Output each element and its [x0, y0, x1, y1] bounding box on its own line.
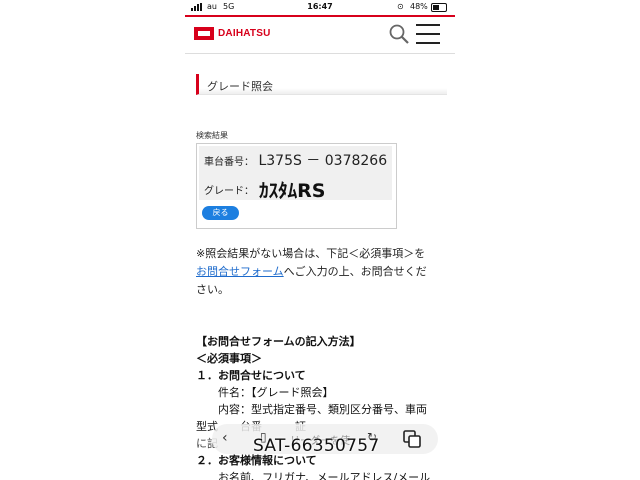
logo-text: DAIHATSU — [218, 28, 271, 39]
section-title: グレード照会 — [196, 74, 447, 95]
item1-subject: 件名：【グレード照会】 — [218, 386, 334, 399]
tabs-icon[interactable] — [403, 430, 421, 448]
grade-key: グレード： — [204, 186, 254, 197]
hamburger-menu-icon[interactable] — [416, 24, 440, 44]
site-header: DAIHATSU — [185, 17, 455, 54]
back-chevron-icon[interactable]: ‹ — [222, 430, 228, 446]
chassis-key: 車台番号： — [204, 157, 254, 168]
item2-detail: お名前、フリガナ、メールアドレス/メール — [218, 471, 431, 480]
battery-icon — [431, 3, 447, 12]
back-button[interactable]: 戻る — [202, 206, 239, 220]
stock-number-overlay: SAT-66350757 — [253, 436, 380, 456]
section-title-text: グレード照会 — [207, 80, 273, 93]
chassis-row: 車台番号： L375S － 0378266 — [204, 150, 387, 170]
contact-form-link[interactable]: お問合せフォーム — [196, 265, 284, 278]
daihatsu-mark-icon — [194, 27, 214, 40]
phone-screen: au 5G 16:47 ⊙ 48% DAIHATSU グレード照会 検索結果 車… — [185, 0, 455, 480]
chassis-value: L375S － 0378266 — [258, 153, 388, 169]
note-line1: ※照会結果がない場合は、下記＜必須事項＞を — [196, 247, 426, 260]
daihatsu-logo[interactable]: DAIHATSU — [194, 27, 271, 40]
required-heading: ＜必須事項＞ — [196, 352, 262, 365]
item1-heading: １．お問合せについて — [196, 369, 306, 382]
note-text: ※照会結果がない場合は、下記＜必須事項＞を お問合せフォームへご入力の上、お問合… — [196, 245, 446, 299]
instructions-title: 【お問合せフォームの記入方法】 — [196, 335, 361, 348]
battery-percent: 48% — [410, 2, 428, 11]
grade-value: ｶｽﾀﾑRS — [259, 180, 326, 202]
form-instructions: 【お問合せフォームの記入方法】 ＜必須事項＞ １．お問合せについて 件名：【グレ… — [196, 333, 452, 480]
status-bar: au 5G 16:47 ⊙ 48% — [185, 0, 455, 15]
search-icon[interactable] — [388, 23, 410, 45]
result-info: 車台番号： L375S － 0378266 グレード： ｶｽﾀﾑRS — [199, 146, 392, 203]
note-line3: さい。 — [196, 283, 229, 296]
grade-row: グレード： ｶｽﾀﾑRS — [204, 176, 325, 203]
result-label: 検索結果 — [196, 131, 228, 140]
result-box: 車台番号： L375S － 0378266 グレード： ｶｽﾀﾑRS 戻る — [196, 143, 397, 229]
location-icon: ⊙ — [397, 2, 404, 11]
item1-content: 内容：型式指定番号、類別区分番号、車両 — [218, 403, 427, 416]
note-line2: へご入力の上、お問合せくだ — [283, 265, 427, 278]
